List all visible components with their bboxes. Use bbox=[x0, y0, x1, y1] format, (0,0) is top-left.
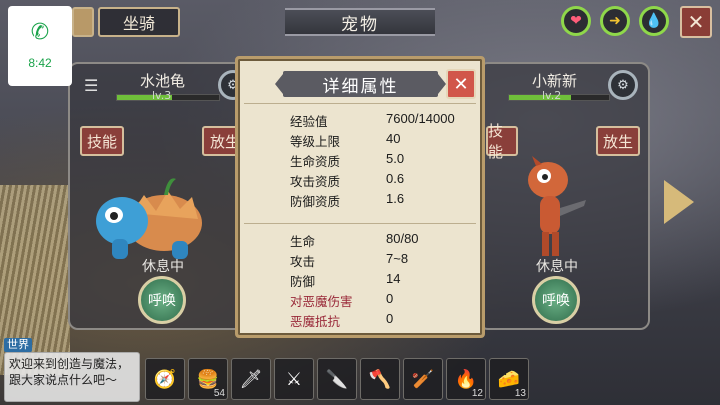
stat-row: 生命资质 5.0 bbox=[238, 149, 482, 169]
pet-name: 小新新 bbox=[532, 72, 578, 90]
feed-icon[interactable]: ➜ bbox=[600, 6, 630, 36]
hotbar-slot[interactable]: ⚔ bbox=[274, 358, 314, 400]
axe-icon: 🪓 bbox=[368, 368, 392, 390]
dragon-pet-image bbox=[528, 156, 586, 256]
cheese-icon: 🧀 bbox=[497, 368, 521, 390]
spear-icon: 🗡 bbox=[239, 368, 263, 390]
stat-label: 对恶魔伤害 bbox=[290, 294, 353, 309]
stat-value: 7~8 bbox=[386, 251, 409, 266]
stat-row: 攻击资质 0.6 bbox=[238, 169, 482, 189]
call-widget[interactable]: ✆ 8:42 bbox=[8, 6, 72, 86]
release-button[interactable]: 放生 bbox=[596, 126, 640, 156]
stat-label: 恶魔抵抗 bbox=[290, 314, 341, 329]
stat-value: 1.6 bbox=[386, 191, 405, 206]
club-icon: 🏏 bbox=[411, 368, 435, 390]
item-count: 13 bbox=[514, 388, 526, 399]
turtle-pet-image bbox=[96, 178, 202, 259]
pet-gear-icon[interactable]: ⚙ bbox=[608, 70, 638, 100]
divider bbox=[244, 223, 476, 224]
pet-name: 水池龟 bbox=[140, 72, 186, 90]
stat-label: 攻击 bbox=[290, 254, 316, 269]
phone-icon: ✆ bbox=[30, 20, 50, 45]
chat-message-box[interactable]: 欢迎来到创造与魔法，跟大家说点什么吧～ bbox=[4, 352, 140, 402]
hotbar-slot[interactable]: 🔥 12 bbox=[446, 358, 486, 400]
chat-channel-tag[interactable]: 世界 bbox=[4, 338, 32, 352]
heart-icon[interactable]: ❤ bbox=[561, 6, 591, 36]
knife-icon: 🔪 bbox=[325, 368, 349, 390]
stat-row: 防御 14 bbox=[238, 269, 482, 289]
tab-mount[interactable]: 坐骑 bbox=[98, 7, 180, 37]
stat-value: 0 bbox=[386, 291, 394, 306]
item-count: 12 bbox=[471, 388, 483, 399]
sickle-icon: ⚔ bbox=[285, 368, 303, 390]
stat-label: 防御资质 bbox=[290, 194, 341, 209]
stat-value: 80/80 bbox=[386, 231, 419, 246]
stat-row: 攻击 7~8 bbox=[238, 249, 482, 269]
item-count: 54 bbox=[213, 388, 225, 399]
exp-bar-fill bbox=[509, 95, 571, 100]
summon-button[interactable]: 呼唤 bbox=[532, 276, 580, 324]
stat-value: 7600/14000 bbox=[386, 111, 455, 126]
stat-value: 5.0 bbox=[386, 151, 405, 166]
stat-label: 生命 bbox=[290, 234, 316, 249]
stat-label: 等级上限 bbox=[290, 134, 341, 149]
growth-stats-list: 经验值 7600/14000 等级上限 40 生命资质 5.0 攻击资质 0.6 防御资质 1.6 bbox=[238, 109, 482, 209]
water-drop-icon[interactable]: 💧 bbox=[639, 6, 669, 36]
detail-attributes-dialog: 详细属性 ✕ 经验值 7600/14000 等级上限 40 生命资质 5.0 攻击资质 0.6… bbox=[235, 56, 485, 338]
pet-level: lv.3 bbox=[152, 89, 172, 102]
hotbar-slot[interactable]: 🔪 bbox=[317, 358, 357, 400]
stat-row: 防御资质 1.6 bbox=[238, 189, 482, 209]
hotbar-slot[interactable]: 🧀 13 bbox=[489, 358, 529, 400]
stat-label: 防御 bbox=[290, 274, 316, 289]
menu-icon[interactable]: ☰ bbox=[84, 76, 98, 95]
pet-level: lv.2 bbox=[542, 89, 562, 102]
stat-row: 生命 80/80 bbox=[238, 229, 482, 249]
stat-value: 40 bbox=[386, 131, 401, 146]
page-title: 宠物 bbox=[285, 8, 435, 36]
torch-icon: 🔥 bbox=[454, 368, 478, 390]
stat-label: 攻击资质 bbox=[290, 174, 341, 189]
hotbar-slot[interactable]: 🏏 bbox=[403, 358, 443, 400]
dialog-close-button[interactable]: ✕ bbox=[446, 69, 476, 99]
item-hotbar: 🧭 🍔 54 🗡 ⚔ 🔪 🪓 🏏 🔥 12 🧀 13 bbox=[145, 358, 529, 402]
close-button[interactable]: ✕ bbox=[680, 6, 712, 38]
stat-label: 生命资质 bbox=[290, 154, 341, 169]
stat-row: 经验值 7600/14000 bbox=[238, 109, 482, 129]
call-time: 8:42 bbox=[28, 56, 52, 70]
dialog-title: 详细属性 bbox=[275, 71, 446, 97]
stat-value: 0 bbox=[386, 311, 394, 326]
stat-label: 经验值 bbox=[290, 114, 328, 129]
stat-value: 14 bbox=[386, 271, 401, 286]
tab-pet-active[interactable] bbox=[72, 7, 94, 37]
combat-stats-list: 生命 80/80 攻击 7~8 防御 14 对恶魔伤害 0 恶魔抵抗 0 bbox=[238, 229, 482, 329]
hotbar-slot[interactable]: 🗡 bbox=[231, 358, 271, 400]
summon-button[interactable]: 呼唤 bbox=[138, 276, 186, 324]
hotbar-slot[interactable]: 🪓 bbox=[360, 358, 400, 400]
divider bbox=[244, 103, 476, 104]
stat-value: 0.6 bbox=[386, 171, 405, 186]
skill-button[interactable]: 技能 bbox=[486, 122, 518, 161]
stat-row: 恶魔抵抗 0 bbox=[238, 309, 482, 329]
stat-row: 等级上限 40 bbox=[238, 129, 482, 149]
skill-button[interactable]: 技能 bbox=[80, 126, 124, 156]
hotbar-slot[interactable]: 🍔 54 bbox=[188, 358, 228, 400]
stat-row: 对恶魔伤害 0 bbox=[238, 289, 482, 309]
burger-icon: 🍔 bbox=[196, 368, 220, 390]
hotbar-slot[interactable]: 🧭 bbox=[145, 358, 185, 400]
compass-icon: 🧭 bbox=[153, 368, 177, 390]
next-pet-arrow[interactable] bbox=[664, 180, 694, 224]
